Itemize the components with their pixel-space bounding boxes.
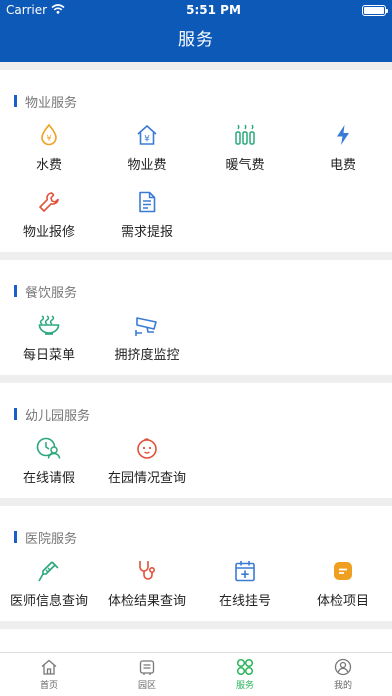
user-icon bbox=[334, 658, 352, 676]
lightning-icon bbox=[330, 122, 356, 148]
wrench-icon bbox=[36, 189, 62, 215]
tab-home[interactable]: 首页 bbox=[0, 653, 98, 696]
service-item-baby-face[interactable]: 在园情况查询 bbox=[98, 427, 196, 494]
service-item-label: 体检项目 bbox=[316, 594, 369, 609]
service-item-list-badge[interactable]: 体检项目 bbox=[294, 550, 392, 617]
service-item-label: 物业报修 bbox=[22, 225, 75, 240]
service-item-house-yen[interactable]: ¥ 物业费 bbox=[98, 114, 196, 181]
svg-text:¥: ¥ bbox=[144, 135, 150, 145]
service-item-label: 电费 bbox=[329, 158, 356, 173]
tab-building[interactable]: 园区 bbox=[98, 653, 196, 696]
tab-label: 首页 bbox=[39, 681, 58, 691]
service-list[interactable]: 物业服务 ¥ 水费 ¥ 物业费 暖气费 电费物业报修 需求提报餐饮服务每日菜单 拥挤度监控幼儿园… bbox=[0, 62, 392, 652]
app-header: Carrier 5:51 PM 服务 bbox=[0, 0, 392, 62]
service-item-radiator[interactable]: 暖气费 bbox=[196, 114, 294, 181]
service-item-label: 医师信息查询 bbox=[9, 594, 88, 609]
service-item-water-drop[interactable]: ¥ 水费 bbox=[0, 114, 98, 181]
section-accent-bar bbox=[14, 95, 17, 107]
list-badge-icon bbox=[330, 558, 356, 584]
baby-face-icon bbox=[134, 435, 160, 461]
status-left: Carrier bbox=[6, 3, 65, 17]
service-item-wrench[interactable]: 物业报修 bbox=[0, 181, 98, 248]
noodle-bowl-icon bbox=[36, 312, 62, 338]
service-grid: 每日菜单 拥挤度监控 bbox=[0, 300, 392, 371]
section-2: 幼儿园服务在线请假 在园情况查询 bbox=[0, 383, 392, 498]
service-item-label: 拥挤度监控 bbox=[114, 348, 180, 363]
service-item-label: 在线挂号 bbox=[218, 594, 271, 609]
document-icon bbox=[134, 189, 160, 215]
tab-clover[interactable]: 服务 bbox=[196, 653, 294, 696]
service-item-calendar-plus[interactable]: 在线挂号 bbox=[196, 550, 294, 617]
service-item-syringe[interactable]: 医师信息查询 bbox=[0, 550, 98, 617]
home-icon bbox=[40, 658, 58, 676]
service-item-label: 需求提报 bbox=[120, 225, 173, 240]
section-title-text: 医院服务 bbox=[25, 531, 78, 547]
carrier-label: Carrier bbox=[6, 3, 48, 17]
svg-text:¥: ¥ bbox=[46, 134, 51, 143]
page-title: 服务 bbox=[178, 30, 214, 50]
service-item-label: 每日菜单 bbox=[22, 348, 75, 363]
service-grid: ¥ 水费 ¥ 物业费 暖气费 电费物业报修 需求提报 bbox=[0, 110, 392, 248]
section-title-text: 物业服务 bbox=[25, 95, 78, 111]
service-item-label: 在园情况查询 bbox=[107, 471, 186, 486]
wifi-icon bbox=[51, 3, 65, 17]
service-item-noodle-bowl[interactable]: 每日菜单 bbox=[0, 304, 98, 371]
service-item-stethoscope[interactable]: 体检结果查询 bbox=[98, 550, 196, 617]
service-item-label: 物业费 bbox=[127, 158, 167, 173]
section-title: 物业服务 bbox=[0, 92, 392, 111]
calendar-plus-icon bbox=[232, 558, 258, 584]
person-clock-icon bbox=[36, 435, 62, 461]
service-item-label: 体检结果查询 bbox=[107, 594, 186, 609]
tab-bar: 首页 园区 服务 我的 bbox=[0, 652, 392, 696]
radiator-icon bbox=[232, 122, 258, 148]
section-title: 医院服务 bbox=[0, 528, 392, 547]
battery-fill bbox=[364, 6, 384, 14]
section-4: 印刷服务 bbox=[0, 629, 392, 652]
battery-icon bbox=[362, 4, 388, 16]
service-item-person-clock[interactable]: 在线请假 bbox=[0, 427, 98, 494]
service-item-document[interactable]: 需求提报 bbox=[98, 181, 196, 248]
status-bar: Carrier 5:51 PM bbox=[0, 0, 392, 20]
tab-label: 我的 bbox=[333, 681, 352, 691]
syringe-icon bbox=[36, 558, 62, 584]
section-title-text: 幼儿园服务 bbox=[25, 408, 91, 424]
cctv-camera-icon bbox=[134, 312, 160, 338]
section-accent-bar bbox=[14, 531, 17, 543]
section-title: 餐饮服务 bbox=[0, 282, 392, 301]
clover-icon bbox=[236, 658, 254, 676]
section-3: 医院服务医师信息查询 体检结果查询 在线挂号 体检项目 bbox=[0, 506, 392, 621]
service-item-label: 水费 bbox=[35, 158, 62, 173]
house-yen-icon: ¥ bbox=[134, 122, 160, 148]
section-accent-bar bbox=[14, 408, 17, 420]
service-item-label: 暖气费 bbox=[225, 158, 265, 173]
water-drop-icon: ¥ bbox=[36, 122, 62, 148]
service-grid: 在线请假 在园情况查询 bbox=[0, 423, 392, 494]
service-grid: 医师信息查询 体检结果查询 在线挂号 体检项目 bbox=[0, 546, 392, 617]
stethoscope-icon bbox=[134, 558, 160, 584]
tab-user[interactable]: 我的 bbox=[294, 653, 392, 696]
tab-label: 服务 bbox=[235, 681, 254, 691]
section-title-text: 餐饮服务 bbox=[25, 285, 78, 301]
service-item-lightning[interactable]: 电费 bbox=[294, 114, 392, 181]
tab-label: 园区 bbox=[137, 681, 156, 691]
section-accent-bar bbox=[14, 285, 17, 297]
section-title: 幼儿园服务 bbox=[0, 405, 392, 424]
section-1: 餐饮服务每日菜单 拥挤度监控 bbox=[0, 260, 392, 375]
section-0: 物业服务 ¥ 水费 ¥ 物业费 暖气费 电费物业报修 需求提报 bbox=[0, 70, 392, 252]
service-item-label: 在线请假 bbox=[22, 471, 75, 486]
building-icon bbox=[138, 658, 156, 676]
status-time: 5:51 PM bbox=[186, 3, 241, 17]
service-item-cctv-camera[interactable]: 拥挤度监控 bbox=[98, 304, 196, 371]
